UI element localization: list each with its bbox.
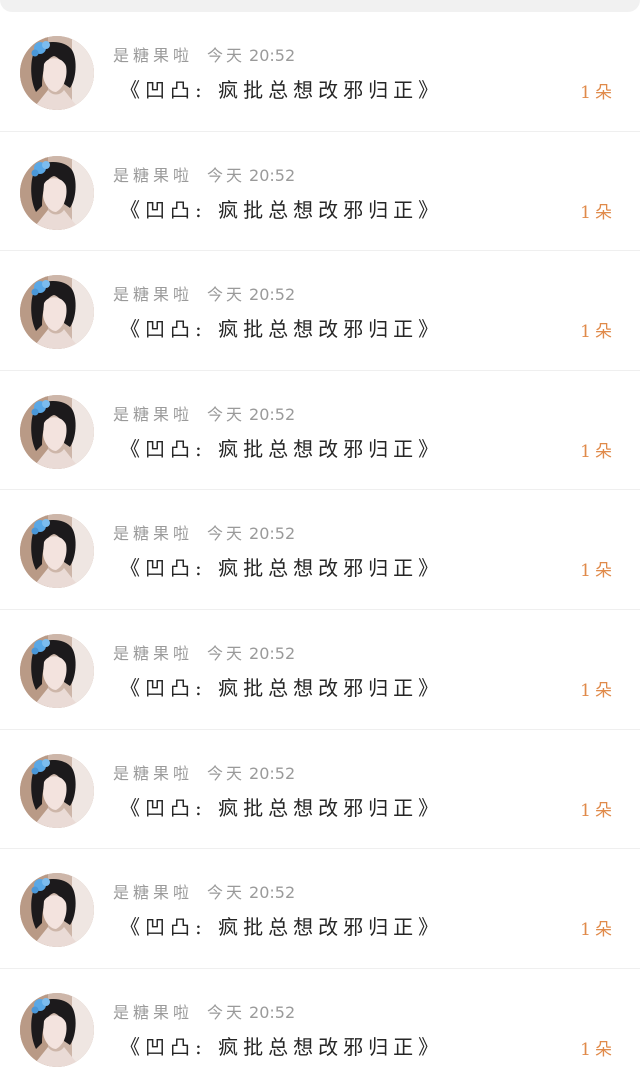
message-text[interactable]: 《凹凸: 疯批总想改邪归正》: [120, 433, 443, 462]
timestamp-day: 今天: [207, 165, 246, 185]
timestamp-day: 今天: [207, 46, 246, 65]
avatar-girl-with-blue-flower-icon: [20, 275, 94, 350]
avatar[interactable]: [20, 873, 94, 948]
timestamp: 今天 20:52: [207, 46, 295, 65]
top-bar: [0, 0, 640, 12]
timestamp: 今天 20:52: [207, 524, 295, 543]
sender-name[interactable]: 是糖果啦: [113, 524, 193, 543]
list-item[interactable]: 是糖果啦 今天 20:52 《凹凸: 疯批总想改邪归正》 1朵: [0, 132, 640, 252]
timestamp-time: 20:52: [249, 165, 296, 185]
list-item[interactable]: 是糖果啦 今天 20:52 《凹凸: 疯批总想改邪归正》 1朵: [0, 730, 640, 850]
avatar[interactable]: [20, 753, 94, 828]
message-meta: 是糖果啦 今天 20:52: [113, 760, 295, 784]
message-text[interactable]: 《凹凸: 疯批总想改邪归正》: [120, 552, 443, 581]
timestamp-day: 今天: [207, 883, 246, 903]
avatar[interactable]: [20, 633, 94, 708]
timestamp: 今天 20:52: [207, 166, 295, 185]
timestamp: 今天 20:52: [207, 644, 295, 663]
message-meta: 是糖果啦 今天 20:52: [113, 640, 295, 664]
timestamp: 今天 20:52: [207, 405, 295, 424]
timestamp-day: 今天: [207, 643, 246, 663]
flower-count: 1朵: [580, 800, 616, 821]
message-text[interactable]: 《凹凸: 疯批总想改邪归正》: [120, 1031, 443, 1060]
message-text[interactable]: 《凹凸: 疯批总想改邪归正》: [120, 792, 443, 821]
avatar-girl-with-blue-flower-icon: [20, 514, 94, 589]
timestamp-time: 20:52: [249, 46, 296, 65]
sender-name[interactable]: 是糖果啦: [113, 1003, 193, 1022]
sender-name[interactable]: 是糖果啦: [113, 166, 193, 185]
flower-count: 1朵: [580, 441, 616, 462]
sender-name[interactable]: 是糖果啦: [113, 883, 193, 902]
message-text[interactable]: 《凹凸: 疯批总想改邪归正》: [120, 194, 443, 223]
flower-count: 1朵: [580, 680, 616, 701]
avatar-girl-with-blue-flower-icon: [20, 633, 94, 708]
list-item[interactable]: 是糖果啦 今天 20:52 《凹凸: 疯批总想改邪归正》 1朵: [0, 969, 640, 1088]
avatar-girl-with-blue-flower-icon: [20, 873, 94, 948]
timestamp-time: 20:52: [249, 643, 296, 663]
message-meta: 是糖果啦 今天 20:52: [113, 281, 295, 305]
avatar[interactable]: [20, 275, 94, 350]
timestamp-time: 20:52: [249, 285, 296, 305]
timestamp-time: 20:52: [249, 763, 296, 783]
sender-name[interactable]: 是糖果啦: [113, 644, 193, 663]
avatar-girl-with-blue-flower-icon: [20, 753, 94, 828]
timestamp-time: 20:52: [249, 883, 296, 903]
timestamp: 今天 20:52: [207, 764, 295, 783]
avatar[interactable]: [20, 514, 94, 589]
flower-count: 1朵: [580, 561, 616, 582]
list-item[interactable]: 是糖果啦 今天 20:52 《凹凸: 疯批总想改邪归正》 1朵: [0, 251, 640, 371]
avatar-girl-with-blue-flower-icon: [20, 992, 94, 1067]
avatar[interactable]: [20, 155, 94, 230]
timestamp-time: 20:52: [249, 1002, 296, 1022]
message-meta: 是糖果啦 今天 20:52: [113, 520, 295, 544]
timestamp-day: 今天: [207, 1002, 246, 1022]
avatar[interactable]: [20, 992, 94, 1067]
timestamp-day: 今天: [207, 763, 246, 783]
message-meta: 是糖果啦 今天 20:52: [113, 401, 295, 425]
avatar-girl-with-blue-flower-icon: [20, 36, 94, 110]
avatar[interactable]: [20, 36, 94, 110]
sender-name[interactable]: 是糖果啦: [113, 285, 193, 304]
timestamp-time: 20:52: [249, 524, 296, 544]
timestamp-time: 20:52: [249, 404, 296, 424]
list-item[interactable]: 是糖果啦 今天 20:52 《凹凸: 疯批总想改邪归正》 1朵: [0, 490, 640, 610]
timestamp: 今天 20:52: [207, 1003, 295, 1022]
timestamp-day: 今天: [207, 524, 246, 544]
message-text[interactable]: 《凹凸: 疯批总想改邪归正》: [120, 672, 443, 701]
avatar-girl-with-blue-flower-icon: [20, 155, 94, 230]
message-meta: 是糖果啦 今天 20:52: [113, 999, 295, 1023]
timestamp-day: 今天: [207, 404, 246, 424]
avatar[interactable]: [20, 394, 94, 469]
message-text[interactable]: 《凹凸: 疯批总想改邪归正》: [120, 911, 443, 940]
list-item[interactable]: 是糖果啦 今天 20:52 《凹凸: 疯批总想改邪归正》 1朵: [0, 371, 640, 491]
sender-name[interactable]: 是糖果啦: [113, 764, 193, 783]
list-item[interactable]: 是糖果啦 今天 20:52 《凹凸: 疯批总想改邪归正》 1朵: [0, 610, 640, 730]
flower-count: 1朵: [580, 322, 616, 343]
timestamp: 今天 20:52: [207, 285, 295, 304]
flower-count: 1朵: [580, 83, 616, 103]
avatar-girl-with-blue-flower-icon: [20, 394, 94, 469]
sender-name[interactable]: 是糖果啦: [113, 405, 193, 424]
list-item[interactable]: 是糖果啦 今天 20:52 《凹凸: 疯批总想改邪归正》 1朵: [0, 849, 640, 969]
message-meta: 是糖果啦 今天 20:52: [113, 879, 295, 903]
timestamp: 今天 20:52: [207, 883, 295, 902]
flower-count: 1朵: [580, 1039, 616, 1060]
flower-count: 1朵: [580, 202, 616, 223]
message-meta: 是糖果啦 今天 20:52: [113, 162, 295, 186]
message-list[interactable]: 是糖果啦 今天 20:52 《凹凸: 疯批总想改邪归正》 1朵 是糖果啦 今天 …: [0, 12, 640, 1088]
timestamp-day: 今天: [207, 285, 246, 305]
message-text[interactable]: 《凹凸: 疯批总想改邪归正》: [120, 74, 443, 103]
sender-name[interactable]: 是糖果啦: [113, 46, 193, 65]
list-item[interactable]: 是糖果啦 今天 20:52 《凹凸: 疯批总想改邪归正》 1朵: [0, 12, 640, 132]
message-text[interactable]: 《凹凸: 疯批总想改邪归正》: [120, 313, 443, 342]
flower-count: 1朵: [580, 920, 616, 941]
message-meta: 是糖果啦 今天 20:52: [113, 42, 295, 66]
